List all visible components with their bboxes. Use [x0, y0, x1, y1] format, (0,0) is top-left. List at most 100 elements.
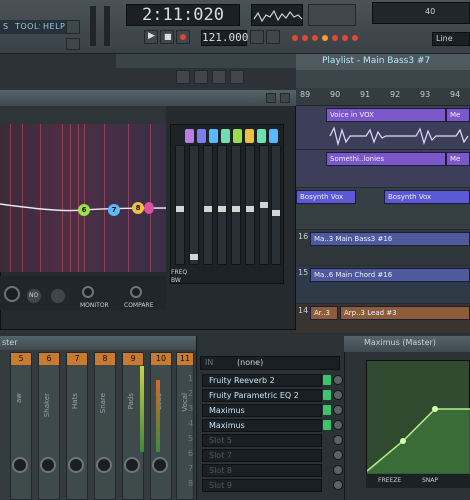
eq-band-handle[interactable]: 7 [108, 204, 120, 216]
slot-mix-knob[interactable] [333, 420, 343, 430]
mixer-strip[interactable]: 7 Hats [66, 352, 88, 500]
play-icon: ▶ [148, 31, 155, 41]
eq-knob[interactable] [4, 286, 20, 302]
playlist-title-bar[interactable]: Playlist - Main Bass3 #7 [296, 54, 470, 70]
pattern-clip[interactable]: Me [446, 108, 470, 122]
pan-knob[interactable] [68, 457, 84, 473]
close-icon[interactable] [280, 93, 290, 103]
band-slider[interactable] [245, 145, 255, 265]
mixer-strip[interactable]: 8 Snare [94, 352, 116, 500]
slot-enable-switch[interactable] [323, 405, 331, 415]
mixer-strip[interactable]: 5 aw [10, 352, 32, 500]
pattern-clip[interactable]: Ar..3 [310, 306, 338, 320]
fx-slot-empty[interactable]: Slot 5 [202, 434, 322, 447]
slot-mix-knob[interactable] [333, 390, 343, 400]
check-icon[interactable] [50, 288, 66, 304]
pattern-clip[interactable]: Voice in VOX [326, 108, 446, 122]
input-select[interactable]: IN (none) [200, 356, 340, 370]
pan-knob[interactable] [96, 457, 112, 473]
play-button[interactable]: ▶ [144, 30, 158, 44]
fx-slot[interactable]: Fruity Reeverb 2 [202, 374, 322, 387]
slot-mix-knob[interactable] [333, 480, 343, 490]
playlist-ruler[interactable]: 89 90 91 92 93 94 [296, 88, 470, 106]
band-slider[interactable] [271, 145, 281, 265]
slot-mix-knob[interactable] [333, 450, 343, 460]
strip-name: Shaker [43, 393, 51, 418]
main-pitch-slider[interactable] [104, 6, 110, 46]
slot-row-number: 4 [188, 419, 194, 428]
song-time-display[interactable]: 2:11:020 [126, 4, 240, 26]
mixer-strip[interactable]: 10Lead [150, 352, 172, 500]
snap-button[interactable]: SNAP [422, 477, 438, 484]
strip-name: Pads [127, 393, 135, 410]
slot-enable-switch[interactable] [323, 375, 331, 385]
led-icon [312, 35, 318, 41]
pan-knob[interactable] [152, 457, 168, 473]
slot-enable-switch[interactable] [323, 420, 331, 430]
strip-number: 10 [151, 353, 171, 365]
maximus-title-bar[interactable]: Maximus (Master) [344, 336, 470, 352]
fx-slot[interactable]: Maximus [202, 419, 322, 432]
eq-band-handle[interactable] [144, 202, 154, 214]
metronome-button[interactable] [250, 30, 264, 44]
playlist-shortcut-button[interactable] [176, 70, 190, 84]
record-button[interactable] [176, 30, 190, 44]
pan-knob[interactable] [124, 457, 140, 473]
band-slider[interactable] [189, 145, 199, 265]
tempo-display[interactable]: 121.000 [201, 30, 248, 46]
band-slider[interactable] [259, 145, 269, 265]
fx-slot[interactable]: Maximus [202, 404, 322, 417]
strip-number: 8 [95, 353, 115, 365]
pattern-clip[interactable]: Bosynth Vox [384, 190, 470, 204]
countdown-button[interactable] [266, 30, 280, 44]
fx-slot[interactable]: Fruity Parametric EQ 2 [202, 389, 322, 402]
band-color-tab [233, 129, 242, 143]
band-slider[interactable] [175, 145, 185, 265]
band-slider[interactable] [231, 145, 241, 265]
slot-mix-knob[interactable] [333, 465, 343, 475]
window-arrows-icon[interactable] [266, 93, 276, 103]
band-slider[interactable] [217, 145, 227, 265]
pattern-clip[interactable]: Me [446, 152, 470, 166]
slot-mix-knob[interactable] [333, 405, 343, 415]
menu-item[interactable]: S [0, 20, 12, 34]
toolbar-button[interactable] [66, 20, 80, 34]
slot-enable-switch[interactable] [323, 390, 331, 400]
channel-rack-button[interactable] [212, 70, 226, 84]
no-button[interactable]: NO [26, 288, 42, 304]
eq-band-handle[interactable]: 6 [78, 204, 90, 216]
stop-button[interactable]: ■ [160, 30, 174, 44]
bar-number: 94 [450, 90, 461, 99]
slot-mix-knob[interactable] [333, 375, 343, 385]
menu-help[interactable]: HELP [40, 20, 69, 34]
line-select[interactable]: Line [432, 32, 470, 46]
pattern-clip[interactable]: Somethi..lonies [326, 152, 446, 166]
toolbar-button[interactable] [66, 38, 80, 50]
slot-mix-knob[interactable] [333, 435, 343, 445]
fx-slot-empty[interactable]: Slot 8 [202, 464, 322, 477]
fx-slot-empty[interactable]: Slot 7 [202, 449, 322, 462]
maximus-envelope-graph[interactable] [366, 360, 470, 475]
band-color-tab [185, 129, 194, 143]
plugin-title-bar[interactable] [0, 90, 296, 106]
pattern-clip[interactable]: Arp..3 Lead #3 [340, 306, 470, 320]
mixer-title-bar[interactable]: ster [0, 336, 196, 350]
monitor-knob[interactable] [82, 286, 94, 298]
pattern-clip[interactable]: Ma..3 Main Bass3 #16 [310, 232, 470, 246]
pan-knob[interactable] [12, 457, 28, 473]
pianoroll-shortcut-button[interactable] [194, 70, 208, 84]
mixer-strip[interactable]: 6 Shaker [38, 352, 60, 500]
pan-knob[interactable] [40, 457, 56, 473]
main-volume-slider[interactable] [90, 6, 96, 46]
eq-frequency-graph[interactable]: 6 7 8 [0, 124, 166, 272]
mixer-shortcut-button[interactable] [230, 70, 244, 84]
no-label: NO [29, 292, 39, 299]
compare-knob[interactable] [130, 286, 142, 298]
pattern-clip[interactable]: Ma..6 Main Chord #16 [310, 268, 470, 282]
band-slider[interactable] [203, 145, 213, 265]
freeze-button[interactable]: FREEZE [378, 477, 401, 484]
pattern-clip[interactable]: Bosynth Vox [296, 190, 356, 204]
slot-row-number: 3 [188, 404, 194, 413]
eq-band-handle[interactable]: 8 [132, 202, 144, 214]
fx-slot-empty[interactable]: Slot 9 [202, 479, 322, 492]
